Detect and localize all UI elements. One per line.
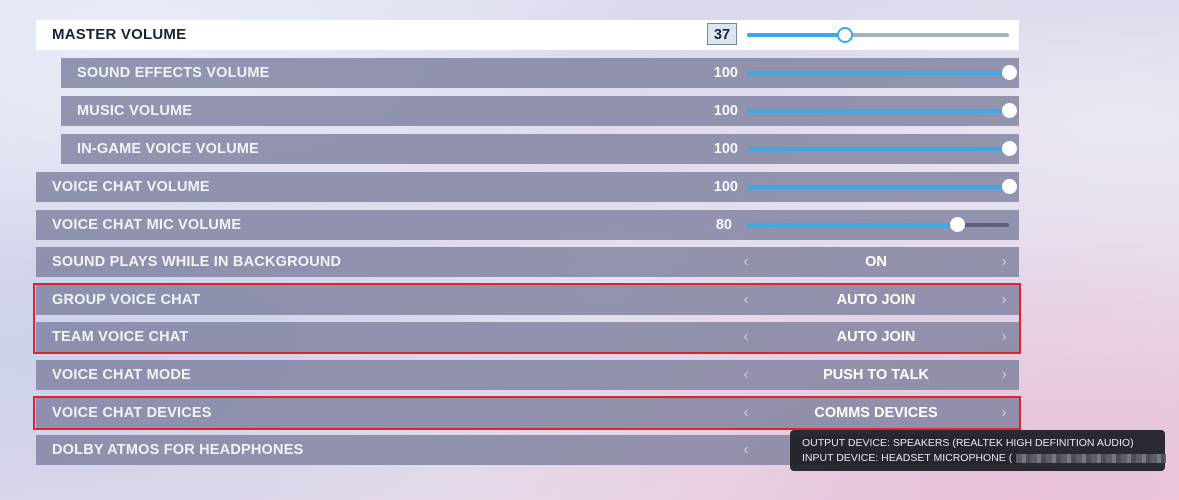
- in-game-voice-volume-slider-knob[interactable]: [1002, 141, 1017, 156]
- sound-effects-volume-label: SOUND EFFECTS VOLUME: [77, 65, 270, 81]
- in-game-voice-volume-row[interactable]: IN-GAME VOICE VOLUME 100: [61, 134, 1019, 164]
- voice-chat-mic-volume-slider[interactable]: [747, 217, 1009, 232]
- sound-effects-volume-value: 100: [713, 65, 738, 81]
- voice-chat-mic-volume-label: VOICE CHAT MIC VOLUME: [52, 217, 242, 233]
- sound-effects-volume-slider[interactable]: [747, 65, 1017, 80]
- chevron-left-icon[interactable]: ‹: [736, 247, 756, 277]
- highlight-box-voice-chat-devices: [33, 396, 1021, 430]
- voice-chat-mic-volume-row[interactable]: VOICE CHAT MIC VOLUME 80: [36, 210, 1019, 240]
- tooltip-input-device-line: INPUT DEVICE: HEADSET MICROPHONE (: [802, 451, 1167, 466]
- in-game-voice-volume-slider[interactable]: [747, 141, 1017, 156]
- master-volume-slider-fill: [747, 33, 844, 37]
- voice-chat-mode-label: VOICE CHAT MODE: [52, 367, 191, 383]
- voice-chat-volume-label: VOICE CHAT VOLUME: [52, 179, 210, 195]
- devices-tooltip: OUTPUT DEVICE: SPEAKERS (REALTEK HIGH DE…: [790, 430, 1167, 471]
- voice-chat-mic-volume-slider-knob[interactable]: [950, 217, 965, 232]
- highlight-box-voice-chat-join: [33, 283, 1021, 354]
- master-volume-slider-knob[interactable]: [837, 27, 853, 43]
- voice-chat-volume-slider-fill: [747, 185, 1009, 189]
- chevron-right-icon[interactable]: ›: [994, 247, 1014, 277]
- sound-effects-volume-slider-fill: [747, 71, 1009, 75]
- in-game-voice-volume-label: IN-GAME VOICE VOLUME: [77, 141, 260, 157]
- music-volume-label: MUSIC VOLUME: [77, 103, 193, 119]
- sound-effects-volume-row[interactable]: SOUND EFFECTS VOLUME 100: [61, 58, 1019, 88]
- voice-chat-volume-slider-knob[interactable]: [1002, 179, 1017, 194]
- voice-chat-mode-value: PUSH TO TALK: [823, 367, 929, 383]
- music-volume-row[interactable]: MUSIC VOLUME 100: [61, 96, 1019, 126]
- sound-background-label: SOUND PLAYS WHILE IN BACKGROUND: [52, 254, 342, 270]
- voice-chat-volume-value: 100: [713, 179, 738, 195]
- voice-chat-mode-row[interactable]: VOICE CHAT MODE ‹ PUSH TO TALK ›: [36, 360, 1019, 390]
- in-game-voice-volume-value: 100: [713, 141, 738, 157]
- chevron-right-icon[interactable]: ›: [994, 360, 1014, 390]
- tooltip-input-device: INPUT DEVICE: HEADSET MICROPHONE (: [802, 452, 1013, 464]
- voice-chat-mic-volume-slider-fill: [747, 223, 957, 227]
- sound-background-row[interactable]: SOUND PLAYS WHILE IN BACKGROUND ‹ ON ›: [36, 247, 1019, 277]
- sound-background-value: ON: [865, 254, 887, 270]
- master-volume-label: MASTER VOLUME: [52, 26, 187, 43]
- master-volume-value[interactable]: 37: [707, 23, 737, 45]
- chevron-left-icon[interactable]: ‹: [736, 435, 756, 465]
- master-volume-row[interactable]: MASTER VOLUME 37: [36, 20, 1019, 50]
- music-volume-slider-knob[interactable]: [1002, 103, 1017, 118]
- master-volume-slider[interactable]: [747, 27, 1009, 43]
- chevron-left-icon[interactable]: ‹: [736, 360, 756, 390]
- sound-effects-volume-slider-knob[interactable]: [1002, 65, 1017, 80]
- music-volume-slider-fill: [747, 109, 1009, 113]
- voice-chat-volume-slider[interactable]: [747, 179, 1017, 194]
- voice-chat-mic-volume-value: 80: [715, 217, 732, 233]
- voice-chat-volume-row[interactable]: VOICE CHAT VOLUME 100: [36, 172, 1019, 202]
- music-volume-value: 100: [713, 103, 738, 119]
- dolby-atmos-label: DOLBY ATMOS FOR HEADPHONES: [52, 442, 304, 458]
- music-volume-slider[interactable]: [747, 103, 1017, 118]
- tooltip-output-device: OUTPUT DEVICE: SPEAKERS (REALTEK HIGH DE…: [802, 437, 1134, 449]
- redacted-text: [1016, 453, 1167, 463]
- in-game-voice-volume-slider-fill: [747, 147, 1009, 151]
